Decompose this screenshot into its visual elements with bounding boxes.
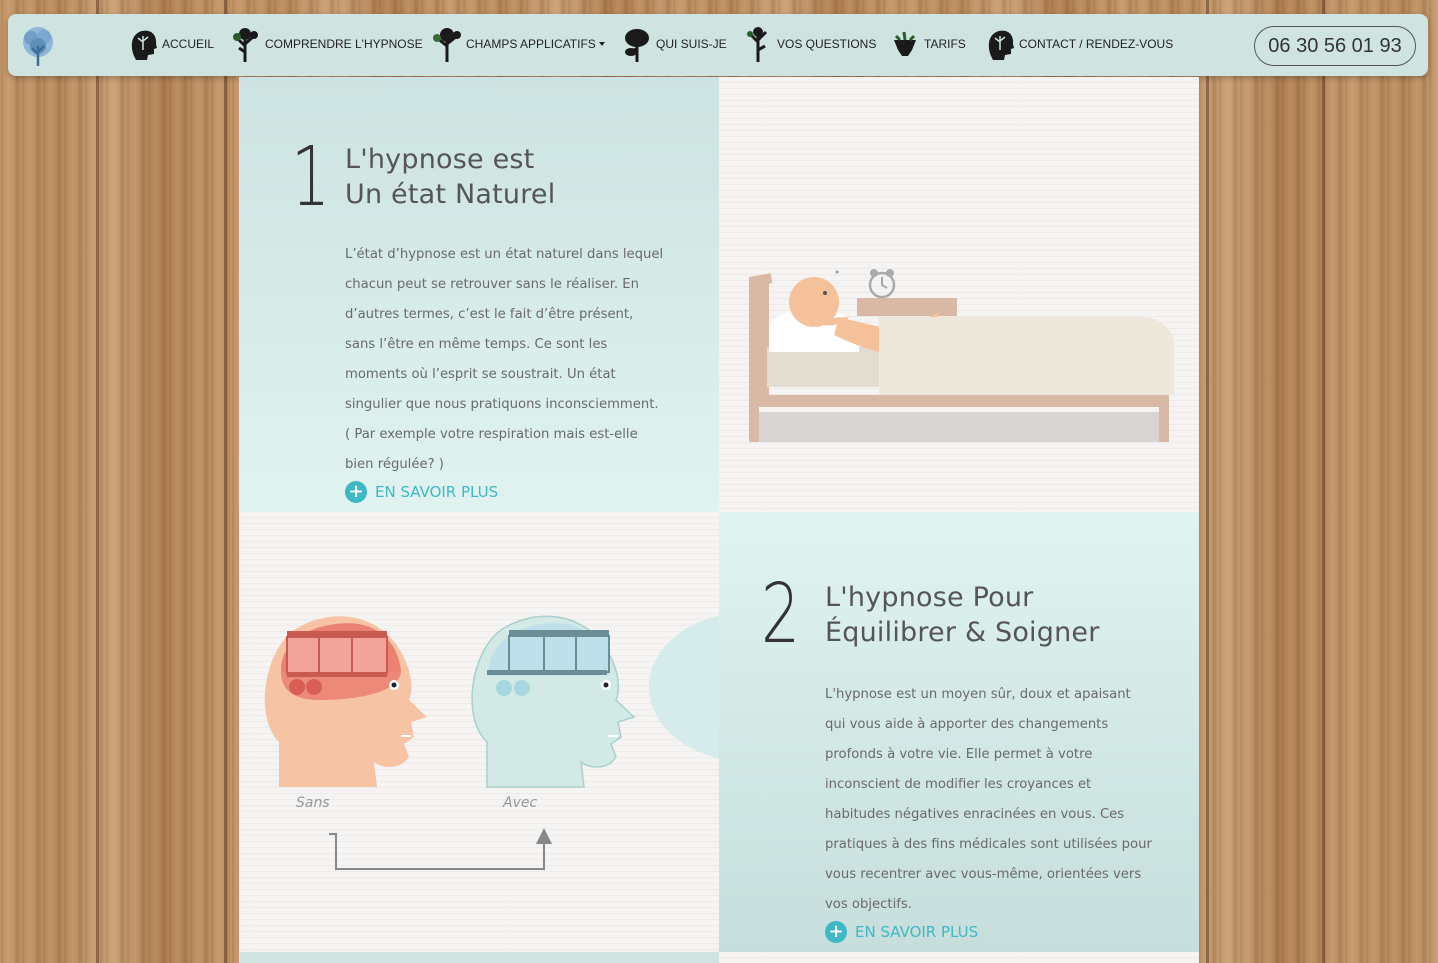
section-paragraph: L’état d’hypnose est un état naturel dan… (345, 247, 664, 472)
section-heading: L'hypnose est Un état Naturel (345, 142, 705, 212)
nav-item-comprendre[interactable]: COMPRENDRE L'HYPNOSE (231, 24, 423, 64)
nav-item-contact[interactable]: CONTACT / RENDEZ-VOUS (985, 24, 1173, 64)
alarm-clock-icon (868, 269, 896, 299)
nav-label: ACCUEIL (162, 37, 215, 51)
brain-tree-logo[interactable] (16, 24, 60, 68)
nav-label: CONTACT / RENDEZ-VOUS (1019, 37, 1174, 51)
arrow-up-icon (536, 828, 552, 844)
nav-item-qui-suis-je[interactable]: QUI SUIS-JE (622, 24, 727, 64)
head-tree-icon (128, 26, 158, 62)
plus-circle-icon: + (345, 481, 367, 503)
nav-item-tarifs[interactable]: TARIFS (890, 24, 966, 64)
heads-comparison-illustration (264, 615, 719, 870)
caption-sans: Sans (296, 795, 330, 811)
section-heading: L'hypnose Pour Équilibrer & Soigner (825, 580, 1185, 650)
nav-label: CHAMPS APPLICATIFS (466, 37, 596, 51)
tree-icon (890, 26, 920, 62)
heading-line-2: Un état Naturel (345, 179, 556, 210)
nav-label: QUI SUIS-JE (656, 37, 727, 51)
section-number: 2 (761, 567, 801, 662)
section-paragraph: L'hypnose est un moyen sûr, doux et apai… (825, 687, 1152, 912)
sleeping-illustration-panel (719, 77, 1199, 512)
tree-icon (432, 26, 462, 62)
nav-label: TARIFS (924, 37, 966, 51)
tree-icon (231, 26, 261, 62)
chevron-down-icon (598, 42, 605, 46)
tree-icon (743, 26, 773, 62)
next-section-strip (239, 952, 719, 963)
section-2-text-panel: 2 L'hypnose Pour Équilibrer & Soigner L'… (719, 512, 1199, 952)
en-savoir-plus-link[interactable]: + EN SAVOIR PLUS (825, 921, 978, 943)
section-number: 1 (291, 130, 331, 225)
en-savoir-plus-link[interactable]: + EN SAVOIR PLUS (345, 481, 498, 503)
top-navbar: ACCUEIL COMPRENDRE L'HYPNOSE CHAMPS APPL… (8, 14, 1428, 76)
link-label: EN SAVOIR PLUS (855, 923, 979, 941)
next-section-strip (719, 952, 1199, 963)
nav-label: VOS QUESTIONS (777, 37, 877, 51)
nav-item-champs-applicatifs[interactable]: CHAMPS APPLICATIFS (432, 24, 605, 64)
nav-item-accueil[interactable]: ACCUEIL (128, 24, 214, 64)
heads-illustration-panel: Sans Avec (239, 512, 719, 963)
caption-avec: Avec (503, 795, 538, 811)
nav-item-vos-questions[interactable]: VOS QUESTIONS (743, 24, 876, 64)
section-1-text-panel: 1 L'hypnose est Un état Naturel L’état d… (239, 77, 719, 512)
heading-line-1: L'hypnose est (345, 144, 535, 175)
heading-line-1: L'hypnose Pour (825, 582, 1034, 613)
head-tree-icon (985, 26, 1015, 62)
phone-number-button[interactable]: 06 30 56 01 93 (1254, 26, 1416, 66)
link-label: EN SAVOIR PLUS (375, 483, 499, 501)
nav-label: COMPRENDRE L'HYPNOSE (265, 37, 423, 51)
tree-icon (622, 26, 652, 62)
sleeping-man-illustration (749, 269, 1174, 442)
plus-circle-icon: + (825, 921, 847, 943)
heading-line-2: Équilibrer & Soigner (825, 617, 1100, 648)
